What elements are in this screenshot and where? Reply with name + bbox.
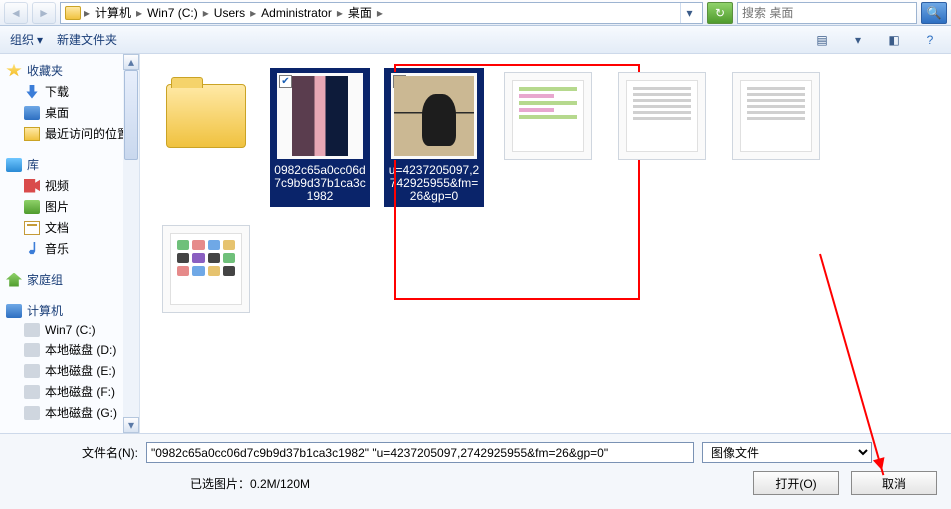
filename-label: 文件名(N): xyxy=(14,444,138,461)
file-pane[interactable]: ✔ 0982c65a0cc06d7c9b9d37b1ca3c1982 ✔ u=4… xyxy=(140,54,951,433)
tree-item-documents[interactable]: 文档 xyxy=(6,217,139,238)
scroll-down-button[interactable]: ▾ xyxy=(123,417,139,433)
nav-tree: 收藏夹 下载 桌面 最近访问的位置 库 视频 图片 文档 音乐 家庭组 计算机 … xyxy=(0,54,140,433)
help-button[interactable]: ? xyxy=(919,30,941,50)
tree-item-drive-e[interactable]: 本地磁盘 (E:) xyxy=(6,360,139,381)
filename-input[interactable] xyxy=(146,442,694,463)
nav-back-button[interactable]: ◄ xyxy=(4,2,28,24)
file-item-doc[interactable] xyxy=(612,68,712,207)
star-icon xyxy=(6,64,22,78)
drive-icon xyxy=(24,364,40,378)
tree-item-music[interactable]: 音乐 xyxy=(6,238,139,259)
refresh-button[interactable]: ↻ xyxy=(707,2,733,24)
computer-icon xyxy=(6,304,22,318)
organize-label: 组织 xyxy=(10,31,34,48)
file-item-folder[interactable] xyxy=(156,68,256,207)
thumbnail-image xyxy=(170,233,242,305)
tree-item-pictures[interactable]: 图片 xyxy=(6,196,139,217)
scroll-up-button[interactable]: ▴ xyxy=(123,54,139,70)
nav-forward-button[interactable]: ► xyxy=(32,2,56,24)
thumbnail-image xyxy=(626,80,698,152)
tree-scrollbar[interactable]: ▴ ▾ xyxy=(123,54,139,433)
video-icon xyxy=(24,179,40,193)
chevron-right-icon[interactable]: ▸ xyxy=(336,6,344,20)
thumbnail-image xyxy=(394,76,474,156)
drive-icon xyxy=(24,323,40,337)
tree-libraries-header[interactable]: 库 xyxy=(6,154,139,175)
address-bar[interactable]: ▸ 计算机 ▸ Win7 (C:) ▸ Users ▸ Administrato… xyxy=(60,2,703,24)
tree-item-drive-f[interactable]: 本地磁盘 (F:) xyxy=(6,381,139,402)
file-item-image[interactable]: ✔ u=4237205097,2742925955&fm=26&gp=0 xyxy=(384,68,484,207)
new-folder-button[interactable]: 新建文件夹 xyxy=(57,31,117,48)
picture-icon xyxy=(24,200,40,214)
drive-icon xyxy=(24,343,40,357)
tree-item-drive-c[interactable]: Win7 (C:) xyxy=(6,321,139,339)
filetype-select[interactable]: 图像文件 xyxy=(702,442,872,463)
tree-item-downloads[interactable]: 下载 xyxy=(6,81,139,102)
thumbnail-image xyxy=(740,80,812,152)
tree-item-desktop[interactable]: 桌面 xyxy=(6,102,139,123)
homegroup-icon xyxy=(6,273,22,287)
tree-favorites-header[interactable]: 收藏夹 xyxy=(6,60,139,81)
library-icon xyxy=(6,158,22,172)
tree-computer-header[interactable]: 计算机 xyxy=(6,300,139,321)
breadcrumb-segment[interactable]: 桌面 xyxy=(346,3,374,22)
checkbox-icon[interactable]: ✔ xyxy=(279,75,292,88)
chevron-down-icon: ▾ xyxy=(37,33,43,47)
chevron-right-icon[interactable]: ▸ xyxy=(135,6,143,20)
status-text: 已选图片：0.2M/120M xyxy=(14,475,310,492)
scroll-thumb[interactable] xyxy=(124,70,138,160)
search-input[interactable] xyxy=(738,6,916,20)
tree-homegroup-header[interactable]: 家庭组 xyxy=(6,269,139,290)
tree-item-videos[interactable]: 视频 xyxy=(6,175,139,196)
tree-item-drive-g[interactable]: 本地磁盘 (G:) xyxy=(6,402,139,423)
cancel-button[interactable]: 取消 xyxy=(851,471,937,495)
file-caption: 0982c65a0cc06d7c9b9d37b1ca3c1982 xyxy=(274,164,366,203)
thumbnail-image xyxy=(512,80,584,152)
tree-item-recent[interactable]: 最近访问的位置 xyxy=(6,123,139,144)
breadcrumb-segment[interactable]: Win7 (C:) xyxy=(145,5,200,21)
open-button[interactable]: 打开(O) xyxy=(753,471,839,495)
file-caption: u=4237205097,2742925955&fm=26&gp=0 xyxy=(388,164,480,203)
chevron-right-icon[interactable]: ▸ xyxy=(83,6,91,20)
address-dropdown-button[interactable]: ▾ xyxy=(680,3,698,23)
folder-icon xyxy=(166,84,246,148)
document-icon xyxy=(24,221,40,235)
drive-icon xyxy=(24,406,40,420)
file-item-doc[interactable] xyxy=(726,68,826,207)
preview-pane-button[interactable]: ◧ xyxy=(883,30,905,50)
chevron-right-icon[interactable]: ▸ xyxy=(376,6,384,20)
recent-icon xyxy=(24,127,40,141)
breadcrumb-segment[interactable]: 计算机 xyxy=(93,3,133,22)
breadcrumb-segment[interactable]: Users xyxy=(212,5,247,21)
search-button[interactable]: 🔍 xyxy=(921,2,947,24)
search-box[interactable] xyxy=(737,2,917,24)
chevron-right-icon[interactable]: ▸ xyxy=(202,6,210,20)
file-item-image[interactable]: ✔ 0982c65a0cc06d7c9b9d37b1ca3c1982 xyxy=(270,68,370,207)
view-icons-button[interactable]: ▤ xyxy=(811,30,833,50)
drive-icon xyxy=(24,385,40,399)
thumbnail-image xyxy=(292,76,348,156)
file-item-doc[interactable] xyxy=(498,68,598,207)
breadcrumb-segment[interactable]: Administrator xyxy=(259,5,334,21)
file-item-doc[interactable] xyxy=(156,221,256,321)
download-icon xyxy=(24,85,40,99)
tree-item-drive-d[interactable]: 本地磁盘 (D:) xyxy=(6,339,139,360)
organize-menu[interactable]: 组织 ▾ xyxy=(10,31,43,48)
desktop-icon xyxy=(24,106,40,120)
music-icon xyxy=(24,242,40,256)
chevron-down-icon[interactable]: ▾ xyxy=(847,30,869,50)
folder-icon xyxy=(65,6,81,20)
chevron-right-icon[interactable]: ▸ xyxy=(249,6,257,20)
